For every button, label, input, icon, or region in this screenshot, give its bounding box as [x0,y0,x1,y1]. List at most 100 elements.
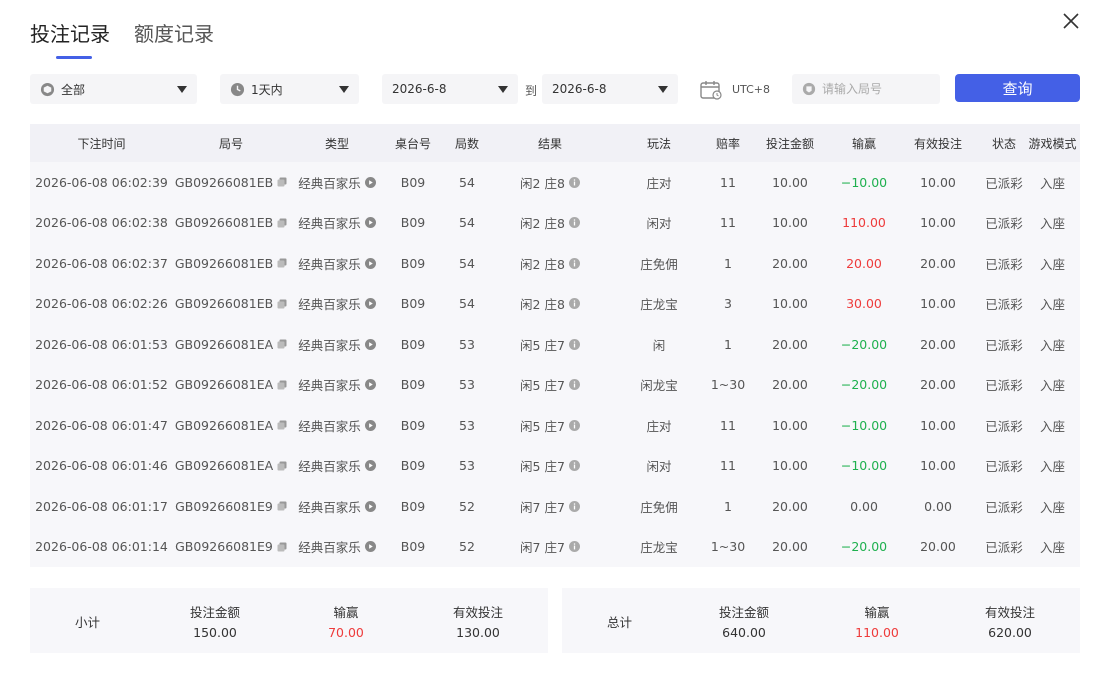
total-valid-value: 620.00 [988,625,1032,640]
round-count: 54 [441,296,493,311]
status-text: 已派彩 [985,540,1023,556]
time-text: 2026-06-08 06:01:53 [35,336,168,352]
valid-text: 10.00 [920,174,956,190]
total-label: 总计 [607,615,633,630]
play-video-icon[interactable] [364,419,376,431]
play-video-icon[interactable] [364,298,376,310]
odds-text: 1 [724,255,732,271]
bet-text: 20.00 [772,255,808,271]
info-icon[interactable] [568,419,580,431]
range-select[interactable]: 1天内 [220,74,359,104]
bet-amount: 10.00 [745,296,835,311]
play-video-icon[interactable] [364,541,376,553]
mode-text: 入座 [1039,337,1065,353]
play-video-icon[interactable] [364,338,376,350]
copy-icon[interactable] [277,501,287,511]
odds: 3 [711,296,745,311]
count-text: 54 [459,174,475,190]
status: 已派彩 [983,537,1025,556]
bet-time: 2026-06-08 06:01:46 [30,458,173,473]
table-row[interactable]: 2026-06-08 06:02:37 GB09266081EB 经典百家乐 B… [30,243,1080,284]
play-text: 庄对 [646,175,672,191]
table-row[interactable]: 2026-06-08 06:01:14 GB09266081E9 经典百家乐 B… [30,527,1080,568]
time-text: 2026-06-08 06:01:17 [35,498,168,514]
copy-icon[interactable] [277,177,287,187]
round-text: GB09266081E9 [175,498,273,514]
round-text: GB09266081EB [174,296,274,312]
round-count: 54 [441,175,493,190]
column-header: 类型 [324,136,349,151]
copy-icon[interactable] [277,542,287,552]
info-icon[interactable] [568,217,580,229]
time-text: 2026-06-08 06:02:37 [35,255,168,271]
copy-icon[interactable] [277,258,287,268]
close-icon[interactable] [1060,10,1082,32]
table-row[interactable]: 2026-06-08 06:01:53 GB09266081EA 经典百家乐 B… [30,324,1080,365]
round-search-input[interactable] [822,82,932,96]
play-video-icon[interactable] [364,257,376,269]
copy-icon[interactable] [277,299,287,309]
mode-text: 入座 [1039,540,1065,556]
valid-text: 10.00 [920,458,956,474]
result-text: 闲2 庄8 [520,256,565,272]
table-row[interactable]: 2026-06-08 06:02:26 GB09266081EB 经典百家乐 B… [30,284,1080,325]
status-text: 已派彩 [985,499,1023,515]
info-icon[interactable] [568,500,580,512]
play-video-icon[interactable] [364,460,376,472]
table-row[interactable]: 2026-06-08 06:02:39 GB09266081EB 经典百家乐 B… [30,162,1080,203]
tab-bet-records[interactable]: 投注记录 [30,18,110,59]
bet-time: 2026-06-08 06:02:37 [30,256,173,271]
date-range-separator: 到 [525,84,538,98]
total-valid: 有效投注 620.00 [950,602,1070,640]
table-row[interactable]: 2026-06-08 06:02:38 GB09266081EB 经典百家乐 B… [30,203,1080,244]
tab-quota-records[interactable]: 额度记录 [134,18,214,55]
table-row[interactable]: 2026-06-08 06:01:46 GB09266081EA 经典百家乐 B… [30,446,1080,487]
count-text: 53 [459,336,475,352]
play-type: 闲龙宝 [607,375,711,394]
total-panel: 总计 投注金额 640.00 输赢 110.00 有效投注 620.00 [562,588,1080,653]
count-text: 54 [459,255,475,271]
calendar-icon[interactable] [700,80,722,100]
table-row[interactable]: 2026-06-08 06:01:17 GB09266081E9 经典百家乐 B… [30,486,1080,527]
copy-icon[interactable] [277,461,287,471]
info-icon[interactable] [568,379,580,391]
info-icon[interactable] [568,460,580,472]
odds-text: 1 [724,498,732,514]
count-text: 53 [459,458,475,474]
play-video-icon[interactable] [364,176,376,188]
play-video-icon[interactable] [364,217,376,229]
tab-bar: 投注记录 额度记录 [30,18,214,59]
copy-icon[interactable] [277,218,287,228]
category-select[interactable]: 全部 [30,74,197,104]
play-video-icon[interactable] [364,379,376,391]
info-icon[interactable] [568,257,580,269]
date-to-select[interactable]: 2026-6-8 [542,74,678,104]
round-count: 53 [441,337,493,352]
status: 已派彩 [983,294,1025,313]
game-type: 经典百家乐 [289,497,385,516]
play-video-icon[interactable] [364,500,376,512]
copy-icon[interactable] [277,420,287,430]
table-row[interactable]: 2026-06-08 06:01:52 GB09266081EA 经典百家乐 B… [30,365,1080,406]
bet-text: 20.00 [772,377,808,393]
subtotal-valid-label: 有效投注 [452,605,503,620]
copy-icon[interactable] [277,380,287,390]
bet-amount: 10.00 [745,418,835,433]
copy-icon[interactable] [277,339,287,349]
date-from-select[interactable]: 2026-6-8 [382,74,518,104]
info-icon[interactable] [568,338,580,350]
odds: 1 [711,256,745,271]
info-icon[interactable] [568,298,580,310]
category-icon [40,82,55,96]
result-text: 闲5 庄7 [520,378,565,394]
range-value: 1天内 [251,82,283,97]
table-row[interactable]: 2026-06-08 06:01:47 GB09266081EA 经典百家乐 B… [30,405,1080,446]
info-icon[interactable] [568,176,580,188]
round-text: GB09266081EA [174,458,274,474]
query-button[interactable]: 查询 [955,74,1080,102]
game-mode: 入座 [1025,294,1080,313]
game-mode: 入座 [1025,173,1080,192]
status: 已派彩 [983,213,1025,232]
valid-bet: 20.00 [893,256,983,271]
info-icon[interactable] [568,541,580,553]
